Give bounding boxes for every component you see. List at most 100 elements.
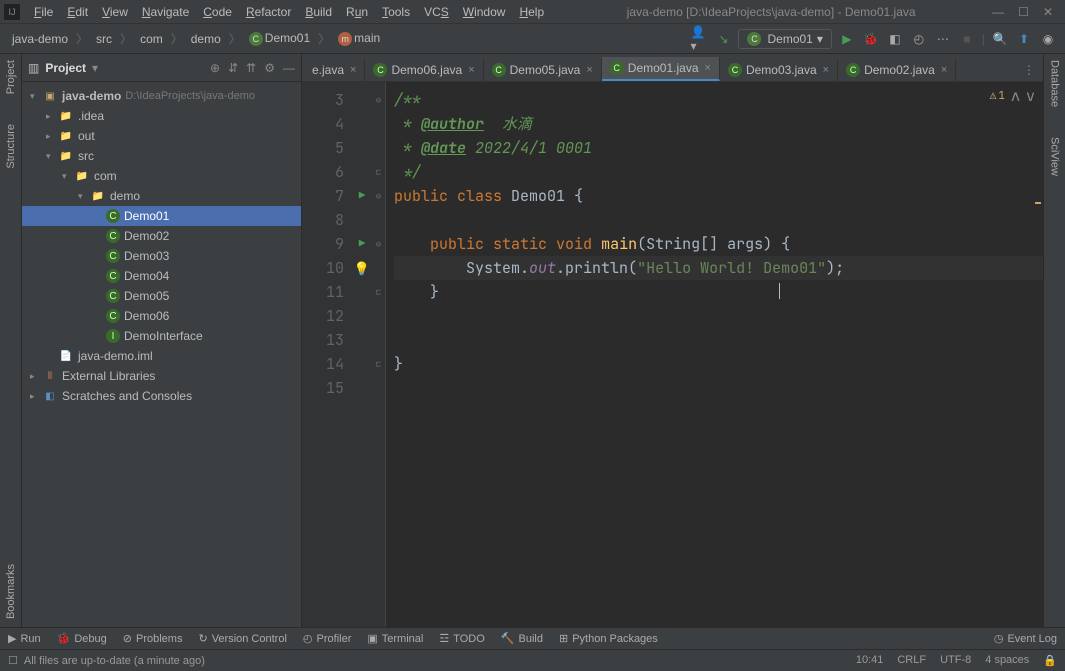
- tool-todo[interactable]: ☲TODO: [439, 632, 484, 645]
- prev-highlight-icon[interactable]: ʌ: [1011, 86, 1020, 106]
- tool-bookmarks[interactable]: Bookmarks: [5, 564, 17, 619]
- menu-file[interactable]: File: [28, 3, 59, 21]
- menu-edit[interactable]: Edit: [61, 3, 94, 21]
- run-class-icon[interactable]: ▶: [359, 189, 366, 203]
- menu-build[interactable]: Build: [299, 3, 338, 21]
- tree-class-demo04[interactable]: CDemo04: [22, 266, 301, 286]
- tree-interface[interactable]: IDemoInterface: [22, 326, 301, 346]
- tree-ext-lib[interactable]: ▸⫴External Libraries: [22, 366, 301, 386]
- close-icon[interactable]: ×: [705, 62, 711, 74]
- menu-navigate[interactable]: Navigate: [136, 3, 195, 21]
- tree-root[interactable]: ▾▣java-demoD:\IdeaProjects\java-demo: [22, 86, 301, 106]
- tool-terminal[interactable]: ▣Terminal: [367, 632, 423, 645]
- chevron-down-icon[interactable]: ▾: [92, 61, 98, 75]
- inspection-widget[interactable]: ⚠1 ʌ v: [990, 86, 1035, 106]
- tab-demo02[interactable]: CDemo02.java×: [838, 59, 956, 81]
- add-user-icon[interactable]: 👤▾: [690, 30, 708, 48]
- run-icon[interactable]: ▶: [838, 30, 856, 48]
- close-icon[interactable]: ×: [823, 64, 829, 76]
- menu-help[interactable]: Help: [513, 3, 550, 21]
- menu-tools[interactable]: Tools: [376, 3, 416, 21]
- status-position[interactable]: 10:41: [856, 654, 884, 667]
- tree-class-demo06[interactable]: CDemo06: [22, 306, 301, 326]
- tree-class-demo02[interactable]: CDemo02: [22, 226, 301, 246]
- debug-icon[interactable]: 🐞: [862, 30, 880, 48]
- crumb-method[interactable]: mmain: [334, 29, 384, 48]
- close-icon[interactable]: ×: [941, 64, 947, 76]
- tree-scratch[interactable]: ▸◧Scratches and Consoles: [22, 386, 301, 406]
- profile-icon[interactable]: ◴: [910, 30, 928, 48]
- tab-demo05[interactable]: CDemo05.java×: [484, 59, 602, 81]
- tool-sciview[interactable]: SciView: [1049, 137, 1061, 176]
- breadcrumb[interactable]: java-demo〉 src〉 com〉 demo〉 CDemo01〉 mmai…: [8, 29, 384, 48]
- crumb-project[interactable]: java-demo: [8, 30, 72, 48]
- close-icon[interactable]: ×: [586, 64, 592, 76]
- minimize-icon[interactable]: —: [992, 5, 1004, 19]
- tree-out[interactable]: ▸📁out: [22, 126, 301, 146]
- coverage-icon[interactable]: ◧: [886, 30, 904, 48]
- menu-window[interactable]: Window: [457, 3, 512, 21]
- tree-com[interactable]: ▾📁com: [22, 166, 301, 186]
- tool-python[interactable]: ⊞Python Packages: [559, 632, 658, 645]
- tab-partial[interactable]: e.java×: [304, 59, 365, 81]
- tool-build[interactable]: 🔨Build: [501, 632, 543, 645]
- tool-project[interactable]: Project: [5, 60, 17, 94]
- project-tree[interactable]: ▾▣java-demoD:\IdeaProjects\java-demo ▸📁.…: [22, 82, 301, 410]
- tool-database[interactable]: Database: [1049, 60, 1061, 107]
- sync-icon[interactable]: ⬆: [1015, 30, 1033, 48]
- collapse-all-icon[interactable]: ⇈: [246, 61, 256, 75]
- tool-event-log[interactable]: ◷Event Log: [994, 632, 1057, 645]
- error-stripe[interactable]: [1033, 82, 1043, 627]
- tree-class-demo01[interactable]: CDemo01: [22, 206, 301, 226]
- close-icon[interactable]: ×: [350, 64, 356, 76]
- select-opened-icon[interactable]: ⊕: [210, 61, 220, 75]
- stop-icon[interactable]: ■: [958, 30, 976, 48]
- lock-icon[interactable]: 🔒: [1043, 654, 1057, 667]
- tree-demo[interactable]: ▾📁demo: [22, 186, 301, 206]
- tool-vcs[interactable]: ↻Version Control: [198, 632, 286, 645]
- hide-icon[interactable]: —: [283, 61, 295, 75]
- status-line-ending[interactable]: CRLF: [897, 654, 926, 667]
- project-panel-title[interactable]: Project: [45, 61, 86, 75]
- tab-demo06[interactable]: CDemo06.java×: [365, 59, 483, 81]
- crumb-class[interactable]: CDemo01: [245, 29, 314, 48]
- ide-settings-icon[interactable]: ◉: [1039, 30, 1057, 48]
- status-indent[interactable]: 4 spaces: [985, 654, 1029, 667]
- run-config-selector[interactable]: C Demo01 ▾: [738, 29, 831, 49]
- menu-code[interactable]: Code: [197, 3, 238, 21]
- menu-run[interactable]: Run: [340, 3, 374, 21]
- build-hammer-icon[interactable]: ↘: [714, 30, 732, 48]
- menu-refactor[interactable]: Refactor: [240, 3, 297, 21]
- intention-bulb-icon[interactable]: 💡: [354, 260, 370, 277]
- crumb-com[interactable]: com: [136, 30, 167, 48]
- run-main-icon[interactable]: ▶: [359, 237, 366, 251]
- tool-profiler[interactable]: ◴Profiler: [303, 632, 351, 645]
- close-icon[interactable]: ×: [468, 64, 474, 76]
- menu-view[interactable]: View: [96, 3, 134, 21]
- menu-vcs[interactable]: VCS: [418, 3, 455, 21]
- tab-demo01[interactable]: CDemo01.java×: [602, 57, 720, 81]
- crumb-demo[interactable]: demo: [187, 30, 225, 48]
- tree-iml[interactable]: 📄java-demo.iml: [22, 346, 301, 366]
- code-editor[interactable]: 3456789101112131415 ▶ ▶ 💡 ⊖⊏⊖⊖⊏⊏ /** * @…: [302, 82, 1043, 627]
- tab-list-icon[interactable]: ⋮: [1023, 63, 1035, 77]
- tool-windows-icon[interactable]: ☐: [8, 654, 18, 667]
- gear-icon[interactable]: ⚙: [264, 61, 275, 75]
- attach-icon[interactable]: ⋯: [934, 30, 952, 48]
- tree-class-demo03[interactable]: CDemo03: [22, 246, 301, 266]
- maximize-icon[interactable]: ☐: [1018, 5, 1029, 19]
- expand-all-icon[interactable]: ⇵: [228, 61, 238, 75]
- tree-src[interactable]: ▾📁src: [22, 146, 301, 166]
- tree-class-demo05[interactable]: CDemo05: [22, 286, 301, 306]
- tab-demo03[interactable]: CDemo03.java×: [720, 59, 838, 81]
- tool-debug[interactable]: 🐞Debug: [57, 632, 107, 645]
- status-encoding[interactable]: UTF-8: [940, 654, 971, 667]
- tool-problems[interactable]: ⊘Problems: [123, 632, 183, 645]
- crumb-src[interactable]: src: [92, 30, 116, 48]
- close-icon[interactable]: ✕: [1043, 5, 1053, 19]
- search-icon[interactable]: 🔍: [991, 30, 1009, 48]
- tool-structure[interactable]: Structure: [5, 124, 17, 169]
- tree-idea[interactable]: ▸📁.idea: [22, 106, 301, 126]
- tool-run[interactable]: ▶Run: [8, 632, 41, 645]
- code-content[interactable]: /** * @author 水滴 * @date 2022/4/1 0001 *…: [386, 82, 1043, 627]
